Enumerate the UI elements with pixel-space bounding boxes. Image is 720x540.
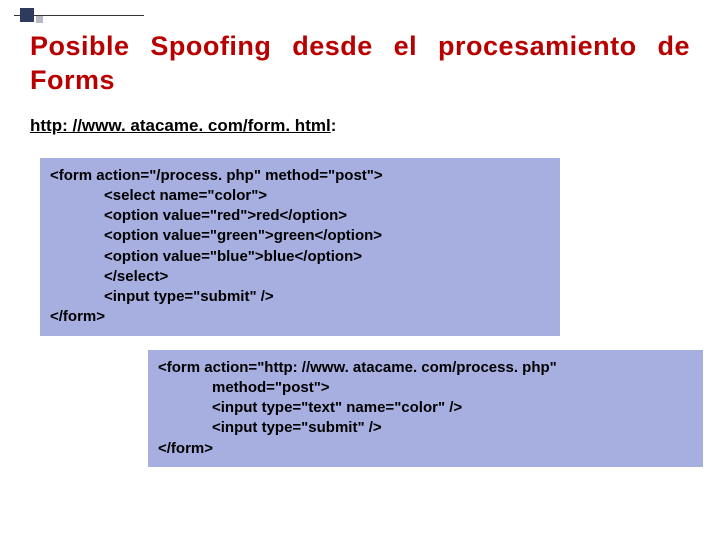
slide-title: Posible Spoofing desde el procesamiento … xyxy=(30,30,690,98)
code-block-original-form: <form action="/process. php" method="pos… xyxy=(40,158,560,336)
code-block-spoofed-form: <form action="http: //www. atacame. com/… xyxy=(148,350,703,467)
source-url: http: //www. atacame. com/form. html: xyxy=(30,116,690,136)
slide-content: Posible Spoofing desde el procesamiento … xyxy=(0,0,720,467)
